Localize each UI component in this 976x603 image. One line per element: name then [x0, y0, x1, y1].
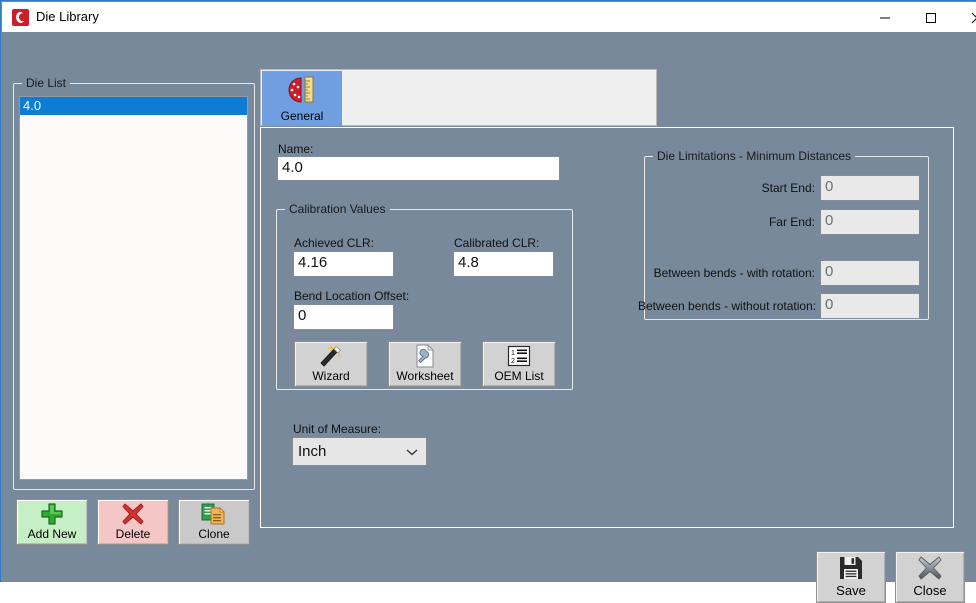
close-icon[interactable]: [954, 3, 976, 32]
tab-general[interactable]: General: [262, 71, 342, 126]
x-mark-icon: [98, 500, 168, 527]
document-wrench-icon: [414, 342, 436, 369]
clone-button-label: Clone: [198, 527, 230, 541]
name-input[interactable]: 4.0: [277, 156, 560, 181]
svg-text:1: 1: [511, 350, 515, 357]
oem-list-button-label: OEM List: [494, 369, 544, 383]
unit-of-measure-value: Inch: [298, 443, 327, 460]
numbered-list-icon: 1 2: [505, 342, 533, 369]
minimize-icon[interactable]: [862, 3, 908, 32]
far-end-input[interactable]: 0: [820, 209, 920, 235]
wizard-button[interactable]: Wizard: [294, 341, 368, 387]
svg-text:2: 2: [511, 358, 515, 365]
close-button[interactable]: Close: [895, 551, 965, 603]
floppy-disk-icon: [838, 552, 864, 583]
worksheet-button-label: Worksheet: [396, 369, 454, 383]
copy-documents-icon: [179, 500, 249, 527]
die-list-group-title: Die List: [22, 76, 71, 90]
worksheet-button[interactable]: Worksheet: [388, 341, 462, 387]
calibration-values-group: Calibration Values Achieved CLR: 4.16 Ca…: [276, 202, 573, 390]
chevron-down-icon: [406, 438, 418, 465]
tab-strip: General: [260, 69, 657, 126]
die-limitations-group: Die Limitations - Minimum Distances Star…: [638, 149, 929, 320]
far-end-label: Far End:: [768, 215, 815, 229]
die-library-window: Die Library Die List 4.0 Add New Delete …: [0, 0, 976, 603]
add-new-button-label: Add New: [27, 527, 77, 541]
die-list-group: Die List 4.0: [13, 76, 255, 490]
title-bar: Die Library: [2, 2, 976, 33]
achieved-clr-input[interactable]: 4.16: [293, 251, 394, 277]
between-bends-without-rotation-input[interactable]: 0: [820, 293, 920, 319]
start-end-label: Start End:: [761, 181, 815, 195]
wizard-button-label: Wizard: [312, 369, 350, 383]
maximize-icon[interactable]: [908, 3, 954, 32]
die-app-icon: [12, 9, 29, 26]
between-bends-with-rotation-input[interactable]: 0: [820, 260, 920, 286]
plus-icon: [17, 500, 87, 527]
clone-button[interactable]: Clone: [178, 499, 250, 545]
magic-wand-icon: [317, 342, 345, 369]
delete-button-label: Delete: [115, 527, 151, 541]
between-bends-without-rotation-label: Between bends - without rotation:: [638, 299, 817, 313]
delete-button[interactable]: Delete: [97, 499, 169, 545]
achieved-clr-label: Achieved CLR:: [294, 236, 375, 250]
calibrated-clr-label: Calibrated CLR:: [454, 236, 540, 250]
save-button-label: Save: [836, 583, 866, 598]
bend-location-offset-input[interactable]: 0: [293, 304, 394, 330]
die-ruler-icon: [285, 71, 319, 109]
x-mark-gray-icon: [917, 552, 943, 583]
die-list-box[interactable]: 4.0: [19, 96, 248, 480]
list-item[interactable]: 4.0: [20, 97, 247, 115]
window-title: Die Library: [36, 9, 99, 24]
calibrated-clr-input[interactable]: 4.8: [453, 251, 554, 277]
between-bends-with-rotation-label: Between bends - with rotation:: [653, 266, 815, 280]
oem-list-button[interactable]: 1 2 OEM List: [482, 341, 556, 387]
close-button-label: Close: [913, 583, 947, 598]
start-end-input[interactable]: 0: [820, 175, 920, 201]
add-new-button[interactable]: Add New: [16, 499, 88, 545]
bend-location-offset-label: Bend Location Offset:: [294, 289, 410, 303]
client-area: Die List 4.0 Add New Delete Clone Genera…: [2, 32, 976, 603]
unit-of-measure-label: Unit of Measure:: [293, 422, 382, 436]
name-label: Name:: [278, 142, 314, 156]
unit-of-measure-select[interactable]: Inch: [292, 437, 427, 466]
save-button[interactable]: Save: [816, 551, 886, 603]
tab-general-label: General: [280, 109, 324, 123]
